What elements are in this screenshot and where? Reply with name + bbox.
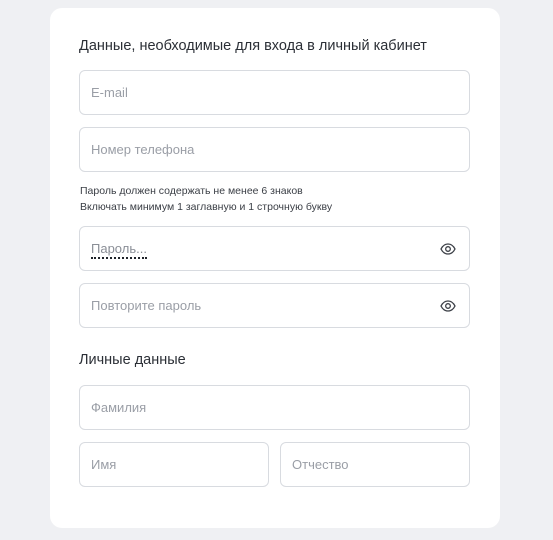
email-field[interactable]: E-mail <box>79 70 470 115</box>
patronymic-placeholder: Отчество <box>292 457 349 472</box>
registration-card: Данные, необходимые для входа в личный к… <box>50 8 500 528</box>
email-placeholder: E-mail <box>91 85 128 100</box>
name-field[interactable]: Имя <box>79 442 269 487</box>
phone-field[interactable]: Номер телефона <box>79 127 470 172</box>
patronymic-field[interactable]: Отчество <box>280 442 470 487</box>
phone-placeholder: Номер телефона <box>91 142 195 157</box>
password-hint-line2: Включать минимум 1 заглавную и 1 строчну… <box>80 201 333 213</box>
eye-icon[interactable] <box>440 298 456 314</box>
surname-field[interactable]: Фамилия <box>79 385 470 430</box>
password-placeholder: Пароль... <box>91 241 147 259</box>
repeat-password-placeholder: Повторите пароль <box>91 298 202 313</box>
repeat-password-field[interactable]: Повторите пароль <box>79 283 470 328</box>
login-section-title: Данные, необходимые для входа в личный к… <box>79 38 427 54</box>
eye-icon[interactable] <box>440 241 456 257</box>
name-placeholder: Имя <box>91 457 117 472</box>
surname-placeholder: Фамилия <box>91 400 147 415</box>
password-hint-line1: Пароль должен содержать не менее 6 знако… <box>80 185 303 197</box>
personal-section-title: Личные данные <box>79 352 186 368</box>
password-field[interactable]: Пароль... <box>79 226 470 271</box>
